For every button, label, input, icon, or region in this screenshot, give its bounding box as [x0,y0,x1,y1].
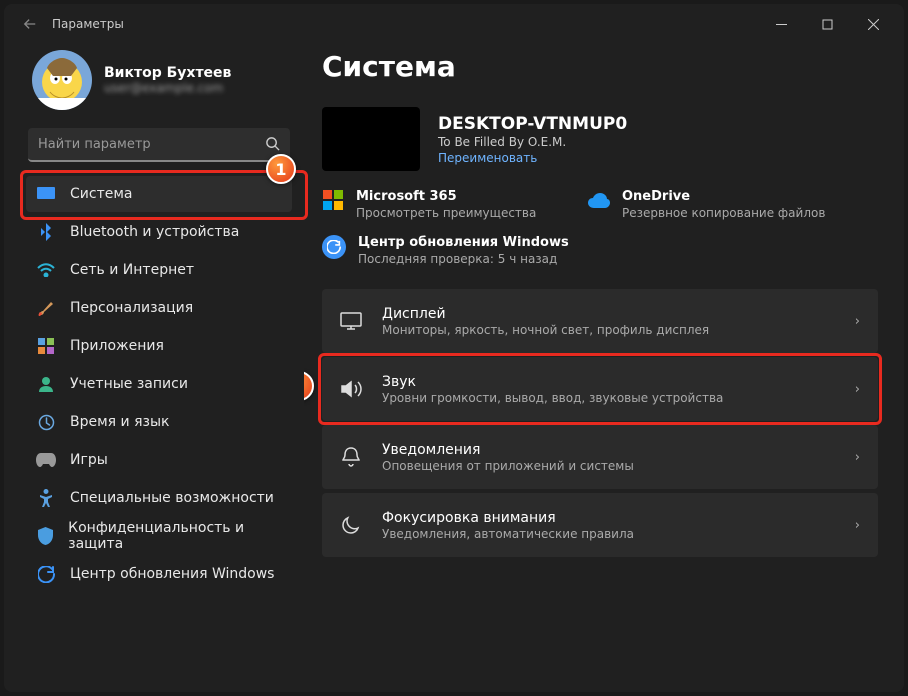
marker-1: 1 [266,154,296,184]
card-sub: Мониторы, яркость, ночной свет, профиль … [382,323,709,337]
marker-2: 2 [304,371,314,401]
window-title: Параметры [52,17,124,31]
wifi-icon [36,260,56,280]
sidebar-item-privacy[interactable]: Конфиденциальность и защита [26,518,292,554]
promo-sub: Резервное копирование файлов [622,206,825,222]
promo-m365[interactable]: Microsoft 365 Просмотреть преимущества [322,189,572,221]
search-icon [265,136,280,155]
rename-link[interactable]: Переименовать [438,151,627,165]
card-display[interactable]: Дисплей Мониторы, яркость, ночной свет, … [322,289,878,353]
device-info: DESKTOP-VTNMUP0 To Be Filled By O.E.M. П… [322,107,878,171]
chevron-right-icon: › [855,314,860,329]
display-icon [340,310,362,332]
apps-icon [36,336,56,356]
update-icon [36,564,56,584]
sidebar-item-label: Bluetooth и устройства [70,224,239,240]
search-input[interactable] [28,128,290,162]
sidebar-item-personalization[interactable]: Персонализация [26,290,292,326]
bluetooth-icon [36,222,56,242]
sidebar-item-label: Конфиденциальность и защита [68,520,282,552]
user-email: user@example.com [104,81,231,95]
update-sub: Последняя проверка: 5 ч назад [358,252,569,268]
maximize-button[interactable] [804,4,850,44]
avatar [32,50,92,110]
sidebar-item-label: Система [70,186,132,202]
shield-icon [36,526,54,546]
sidebar-item-update[interactable]: Центр обновления Windows [26,556,292,592]
card-title: Дисплей [382,306,709,322]
card-notifications[interactable]: Уведомления Оповещения от приложений и с… [322,425,878,489]
device-thumb [322,107,420,171]
card-title: Звук [382,374,723,390]
sidebar-item-label: Центр обновления Windows [70,566,274,582]
card-sub: Уведомления, автоматические правила [382,527,634,541]
back-button[interactable] [18,12,42,36]
update-block[interactable]: Центр обновления Windows Последняя прове… [322,235,878,267]
sound-icon [340,378,362,400]
card-sub: Уровни громкости, вывод, ввод, звуковые … [382,391,723,405]
sidebar-item-label: Приложения [70,338,164,354]
nav: 1 Система Bluetooth и устройства Сеть и … [26,176,292,592]
onedrive-icon [588,189,610,211]
chevron-right-icon: › [855,450,860,465]
card-sub: Оповещения от приложений и системы [382,459,634,473]
sidebar-item-apps[interactable]: Приложения [26,328,292,364]
brush-icon [36,298,56,318]
user-block[interactable]: Виктор Бухтеев user@example.com [32,50,292,110]
sidebar-item-label: Сеть и Интернет [70,262,194,278]
sidebar-item-bluetooth[interactable]: Bluetooth и устройства [26,214,292,250]
sidebar-item-label: Время и язык [70,414,169,430]
sidebar-item-games[interactable]: Игры [26,442,292,478]
m365-icon [322,189,344,211]
chevron-right-icon: › [855,382,860,397]
card-title: Фокусировка внимания [382,510,634,526]
accessibility-icon [36,488,56,508]
sidebar-item-network[interactable]: Сеть и Интернет [26,252,292,288]
system-icon [36,184,56,204]
bell-icon [340,446,362,468]
update-title: Центр обновления Windows [358,235,569,251]
sidebar-item-time[interactable]: Время и язык [26,404,292,440]
sidebar: Виктор Бухтеев user@example.com 1 Систем… [4,44,304,692]
minimize-button[interactable] [758,4,804,44]
device-name: DESKTOP-VTNMUP0 [438,114,627,134]
close-button[interactable] [850,4,896,44]
card-sound[interactable]: Звук Уровни громкости, вывод, ввод, звук… [322,357,878,421]
promo-title: Microsoft 365 [356,189,536,205]
clock-icon [36,412,56,432]
person-icon [36,374,56,394]
settings-window: Параметры Виктор Бухтеев user@example.co… [4,4,904,692]
sidebar-item-system[interactable]: Система [26,176,292,212]
device-sub: To Be Filled By O.E.M. [438,135,627,149]
sidebar-item-label: Учетные записи [70,376,188,392]
promo-onedrive[interactable]: OneDrive Резервное копирование файлов [588,189,838,221]
sidebar-item-accounts[interactable]: Учетные записи [26,366,292,402]
card-focus[interactable]: Фокусировка внимания Уведомления, автома… [322,493,878,557]
sidebar-item-accessibility[interactable]: Специальные возможности [26,480,292,516]
sidebar-item-label: Персонализация [70,300,193,316]
titlebar: Параметры [4,4,904,44]
gamepad-icon [36,450,56,470]
card-title: Уведомления [382,442,634,458]
sidebar-item-label: Специальные возможности [70,490,274,506]
update-icon [322,235,346,259]
page-title: Система [322,50,878,83]
promo-sub: Просмотреть преимущества [356,206,536,222]
user-name: Виктор Бухтеев [104,65,231,81]
chevron-right-icon: › [855,518,860,533]
sidebar-item-label: Игры [70,452,108,468]
content: Система DESKTOP-VTNMUP0 To Be Filled By … [304,44,904,692]
promo-title: OneDrive [622,189,825,205]
moon-icon [340,514,362,536]
